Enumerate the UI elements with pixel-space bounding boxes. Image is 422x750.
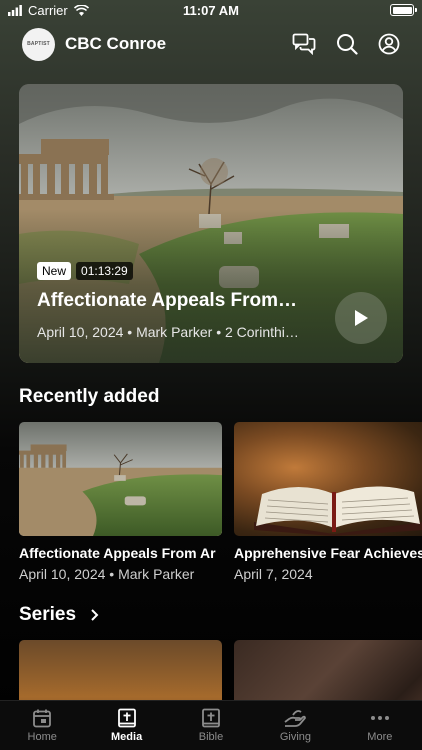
media-card-meta: April 7, 2024 (234, 566, 313, 582)
profile-icon[interactable] (378, 33, 400, 55)
media-thumbnail (234, 422, 422, 536)
status-bar: Carrier 11:07 AM (0, 0, 422, 22)
chevron-right-icon (91, 609, 99, 621)
bible-icon (202, 708, 220, 728)
media-card[interactable]: Affectionate Appeals From Ar April 10, 2… (19, 422, 222, 582)
duration-badge: 01:13:29 (76, 262, 133, 280)
tab-more[interactable]: More (338, 701, 422, 750)
tab-bible[interactable]: Bible (169, 701, 253, 750)
recently-added-heading: Recently added (19, 386, 159, 408)
tab-label: Bible (198, 731, 224, 743)
play-button[interactable] (335, 292, 387, 344)
series-title: Series (19, 604, 77, 625)
recently-added-title: Recently added (19, 386, 160, 407)
tab-label: More (367, 731, 393, 743)
media-card-title: Affectionate Appeals From Ar (19, 545, 216, 561)
tab-label: Media (111, 731, 143, 743)
tab-label: Home (27, 731, 57, 743)
giving-hand-icon (284, 710, 307, 727)
tab-home[interactable]: Home (0, 701, 84, 750)
play-icon (355, 310, 368, 326)
calendar-icon (33, 709, 52, 728)
clock: 11:07 AM (183, 3, 239, 18)
org-name: CBC Conroe (65, 34, 167, 53)
tab-giving[interactable]: Giving (253, 701, 337, 750)
tab-media[interactable]: Media (84, 701, 168, 750)
app-header: BAPTIST CBC Conroe (22, 26, 400, 62)
media-thumbnail (19, 422, 222, 536)
battery-icon (390, 4, 417, 16)
church-logo[interactable]: BAPTIST (22, 27, 55, 61)
media-card[interactable]: Apprehensive Fear Achieves April 7, 2024 (234, 422, 422, 582)
search-icon[interactable] (336, 33, 358, 55)
open-bible-image (254, 486, 422, 536)
tab-label: Giving (279, 731, 312, 743)
recently-added-list: Affectionate Appeals From Ar April 10, 2… (19, 422, 422, 582)
new-badge: New (37, 262, 72, 280)
media-card-title: Apprehensive Fear Achieves (234, 545, 422, 561)
hero-meta: April 10, 2024 • Mark Parker • 2 Corinth… (37, 324, 299, 340)
media-card-meta: April 10, 2024 • Mark Parker (19, 566, 195, 582)
hero-title[interactable]: Affectionate Appeals From… (37, 290, 327, 312)
tab-bar: Home Media Bible Giving More (0, 700, 422, 750)
chat-icon[interactable] (292, 33, 316, 55)
featured-media-card[interactable]: New 01:13:29 Affectionate Appeals From… … (19, 84, 403, 363)
more-dots-icon (370, 716, 389, 720)
logo-text: BAPTIST (27, 41, 50, 47)
ruins-image (19, 422, 222, 536)
series-heading[interactable]: Series (19, 604, 99, 626)
media-book-icon (117, 708, 136, 728)
